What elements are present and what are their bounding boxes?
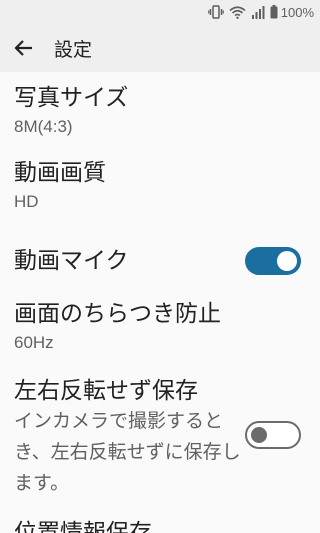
wifi-icon [229,5,246,19]
setting-title: 動画画質 [14,160,106,186]
app-bar: 設定 [0,24,320,72]
setting-title: 位置情報保存 [14,520,152,533]
setting-title: 画面のちらつき防止 [14,301,221,327]
vibrate-icon [207,5,224,19]
settings-screen: 100% 設定 写真サイズ 8M(4:3) 動画画質 HD 動画マイク 画面のち… [0,0,320,533]
setting-value: HD [14,192,39,211]
back-arrow-icon [14,40,32,56]
setting-anti-flicker[interactable]: 画面のちらつき防止 60Hz [0,294,320,376]
back-button[interactable] [0,24,48,72]
setting-title: 左右反転せず保存 [14,378,198,404]
setting-value: 60Hz [14,333,54,352]
save-unmirrored-toggle[interactable] [245,421,301,449]
setting-save-unmirrored[interactable]: 左右反転せず保存 インカメラで撮影するとき、左右反転せずに保存します。 [0,376,320,514]
toggle-knob [251,427,267,443]
battery-level: 100% [280,4,314,20]
setting-title: 写真サイズ [14,85,129,111]
setting-summary: インカメラで撮影するとき、左右反転せずに保存します。 [14,410,241,494]
video-mic-toggle[interactable] [245,247,301,275]
page-title: 設定 [54,38,93,61]
toggle-knob [277,251,297,271]
setting-location-info[interactable]: 位置情報保存 [0,514,320,533]
setting-photo-size[interactable]: 写真サイズ 8M(4:3) [0,72,320,153]
status-bar: 100% [0,0,320,24]
signal-icon [251,5,265,19]
battery-icon [270,5,278,19]
setting-video-quality[interactable]: 動画画質 HD [0,153,320,228]
setting-title: 動画マイク [14,248,129,274]
setting-video-mic[interactable]: 動画マイク [0,228,320,294]
setting-value: 8M(4:3) [14,117,73,136]
settings-list: 写真サイズ 8M(4:3) 動画画質 HD 動画マイク 画面のちらつき防止 60… [0,72,320,533]
